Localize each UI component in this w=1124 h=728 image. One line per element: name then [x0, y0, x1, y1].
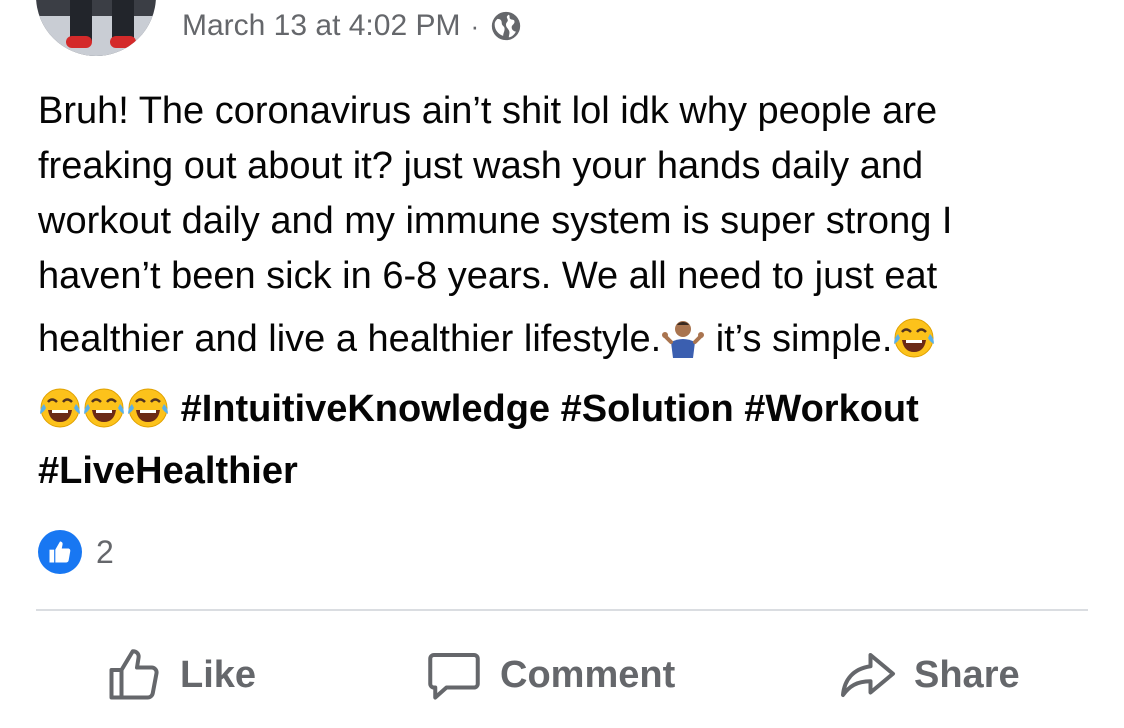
person-shrugging-emoji	[661, 316, 705, 360]
reactions-summary[interactable]: 2	[38, 530, 114, 574]
thumbs-up-outline-icon	[109, 649, 159, 700]
divider	[36, 609, 1088, 611]
post-text-line: freaking out about it? just wash your ha…	[38, 145, 924, 187]
post-meta: March 13 at 4:02 PM ·	[182, 6, 523, 46]
share-arrow-icon	[841, 653, 895, 697]
meta-separator: ·	[470, 10, 480, 41]
reaction-count: 2	[96, 533, 114, 570]
share-button[interactable]: Share	[838, 640, 1020, 710]
comment-bubble-icon	[428, 653, 480, 700]
share-label: Share	[914, 653, 1020, 696]
avatar[interactable]	[36, 0, 156, 56]
comment-label: Comment	[500, 653, 676, 696]
hashtag-links[interactable]: #IntuitiveKnowledge #Solution #Workout	[181, 388, 919, 430]
facebook-post: March 13 at 4:02 PM · Bruh! The coronavi…	[0, 0, 1124, 728]
like-label: Like	[180, 653, 257, 696]
face-with-tears-of-joy-emoji	[892, 316, 936, 360]
hashtag-link-livehealthier[interactable]: #LiveHealthier	[38, 450, 298, 492]
face-with-tears-of-joy-emoji	[38, 386, 82, 430]
thumbs-up-icon	[38, 530, 82, 574]
post-text-line: workout daily and my immune system is su…	[38, 200, 953, 242]
post-action-bar: Like Comment Share	[0, 640, 1124, 710]
post-text-line-emoji: healthier and live a healthier lifestyle…	[38, 304, 1098, 374]
post-hashtag-line: #IntuitiveKnowledge #Solution #Workout	[38, 374, 1098, 444]
post-timestamp[interactable]: March 13 at 4:02 PM	[182, 9, 460, 43]
like-button[interactable]: Like	[104, 640, 256, 710]
post-body: Bruh! The coronavirus ain’t shit lol idk…	[38, 84, 1098, 499]
post-text-line: haven’t been sick in 6-8 years. We all n…	[38, 255, 938, 297]
post-hashtag-line: #LiveHealthier	[38, 444, 1098, 499]
post-text-line: Bruh! The coronavirus ain’t shit lol idk…	[38, 90, 938, 132]
face-with-tears-of-joy-emoji	[126, 386, 170, 430]
post-text-segment: it’s simple.	[705, 318, 893, 360]
post-text-segment: healthier and live a healthier lifestyle…	[38, 318, 662, 360]
comment-button[interactable]: Comment	[424, 640, 675, 710]
globe-icon[interactable]	[489, 9, 523, 43]
face-with-tears-of-joy-emoji	[82, 386, 126, 430]
